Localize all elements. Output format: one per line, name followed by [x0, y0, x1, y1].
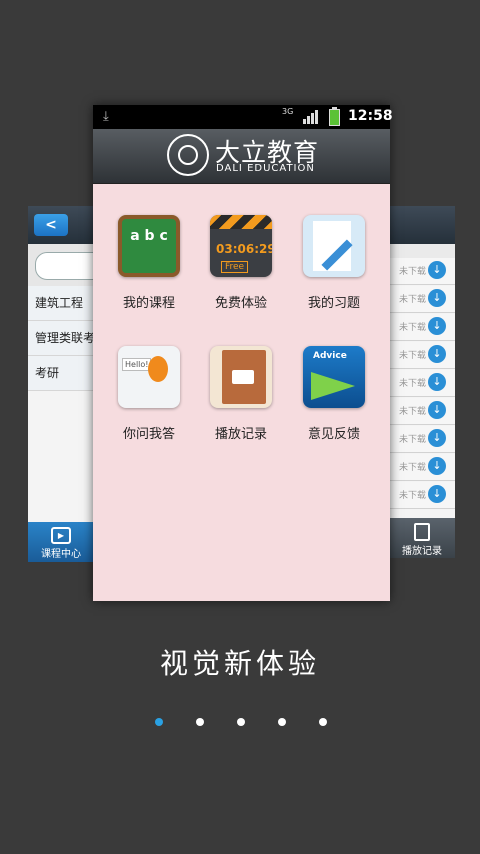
tab-label: 课程中心: [41, 549, 81, 560]
list-item[interactable]: 未下载 ↓: [389, 314, 455, 341]
category-list: 建筑工程 管理类联考 考研: [28, 286, 94, 391]
tile-my-exercises[interactable]: 我的习题: [289, 215, 379, 311]
download-status: 未下载: [399, 463, 427, 473]
download-status: 未下载: [399, 491, 427, 501]
chevron-left-icon: <: [45, 217, 57, 233]
download-icon[interactable]: ↓: [428, 373, 446, 391]
list-item[interactable]: 未下载 ↓: [389, 286, 455, 313]
page-dot[interactable]: [237, 718, 245, 726]
tile-label: 播放记录: [214, 427, 267, 442]
intro-caption: 视觉新体验: [159, 647, 320, 680]
download-status: 未下载: [399, 351, 427, 361]
logo-icon: [167, 134, 209, 176]
download-icon[interactable]: ↓: [428, 317, 446, 335]
left-card-header: <: [28, 206, 94, 244]
download-icon[interactable]: ↓: [428, 289, 446, 307]
page-dot[interactable]: [155, 718, 163, 726]
clapper-icon: 03:06:29 Free: [210, 215, 272, 277]
tile-my-courses[interactable]: a b c 我的课程: [104, 215, 194, 311]
download-icon[interactable]: ↓: [428, 261, 446, 279]
hello-mascot-icon: Hello!: [118, 346, 180, 408]
tile-label: 我的习题: [307, 296, 360, 311]
page-indicator: [150, 718, 330, 730]
tile-label: 免费体验: [214, 296, 267, 311]
right-card-header: [389, 206, 455, 244]
list-item[interactable]: 未下载 ↓: [389, 454, 455, 481]
right-preview-card: 未下载 ↓ 未下载 ↓ 未下载 ↓ 未下载 ↓ 未下载 ↓ 未下载 ↓ 未下载 ↓ 未下载 ↓ …: [389, 206, 455, 558]
paper-plane-icon: Advice: [303, 346, 365, 408]
list-item[interactable]: 未下载 ↓: [389, 398, 455, 425]
download-icon[interactable]: ↓: [428, 429, 446, 447]
signal-icon: [303, 110, 319, 124]
tile-q-and-a[interactable]: Hello! 你问我答: [104, 346, 194, 442]
list-item[interactable]: 未下载 ↓: [389, 482, 455, 509]
category-item[interactable]: 建筑工程: [28, 286, 94, 321]
list-item[interactable]: 未下载 ↓: [389, 370, 455, 397]
document-pen-icon: [303, 215, 365, 277]
list-item[interactable]: 未下载 ↓: [389, 426, 455, 453]
back-button[interactable]: <: [34, 214, 68, 236]
document-icon: [414, 523, 430, 541]
page-dot[interactable]: [319, 718, 327, 726]
download-status: 未下载: [399, 407, 427, 417]
tab-course-center[interactable]: ▶ 课程中心: [28, 522, 94, 562]
network-type: 3G: [282, 107, 294, 116]
category-item[interactable]: 管理类联考: [28, 321, 94, 356]
tile-label: 我的课程: [122, 296, 175, 311]
tab-play-history[interactable]: 播放记录: [389, 518, 455, 558]
battery-icon: [329, 107, 340, 126]
app-header: 大立教育 DALI EDUCATION: [93, 129, 390, 184]
status-bar: ⤓ 3G 12:58: [93, 105, 393, 129]
download-status: 未下载: [399, 267, 427, 277]
play-icon: ▶: [51, 527, 71, 544]
phone-screen: ⤓ 3G 12:58 大立教育 DALI EDUCATION a b c 我的课…: [93, 105, 393, 601]
chalkboard-icon: a b c: [118, 215, 180, 277]
list-item[interactable]: 未下载 ↓: [389, 258, 455, 285]
page-dot[interactable]: [278, 718, 286, 726]
category-item[interactable]: 考研: [28, 356, 94, 391]
tile-label: 你问我答: [122, 427, 175, 442]
tile-play-history[interactable]: 播放记录: [196, 346, 286, 442]
video-notebook-icon: [210, 346, 272, 408]
download-status: 未下载: [399, 295, 427, 305]
download-status: 未下载: [399, 379, 427, 389]
brand-subtitle: DALI EDUCATION: [216, 163, 315, 174]
tile-label: 意见反馈: [307, 427, 360, 442]
download-notification-icon: ⤓: [103, 109, 109, 124]
download-icon[interactable]: ↓: [428, 485, 446, 503]
search-input[interactable]: [35, 252, 94, 280]
list-item[interactable]: 未下载 ↓: [389, 342, 455, 369]
tile-free-trial[interactable]: 03:06:29 Free 免费体验: [196, 215, 286, 311]
tab-label: 播放记录: [402, 546, 442, 557]
clock: 12:58: [348, 108, 393, 124]
download-icon[interactable]: ↓: [428, 401, 446, 419]
download-status: 未下载: [399, 323, 427, 333]
download-icon[interactable]: ↓: [428, 457, 446, 475]
download-status: 未下载: [399, 435, 427, 445]
left-search-bar: [28, 244, 94, 286]
tile-feedback[interactable]: Advice 意见反馈: [289, 346, 379, 442]
page-dot[interactable]: [196, 718, 204, 726]
left-preview-card: < 建筑工程 管理类联考 考研 ▶ 课程中心: [28, 206, 94, 562]
download-icon[interactable]: ↓: [428, 345, 446, 363]
